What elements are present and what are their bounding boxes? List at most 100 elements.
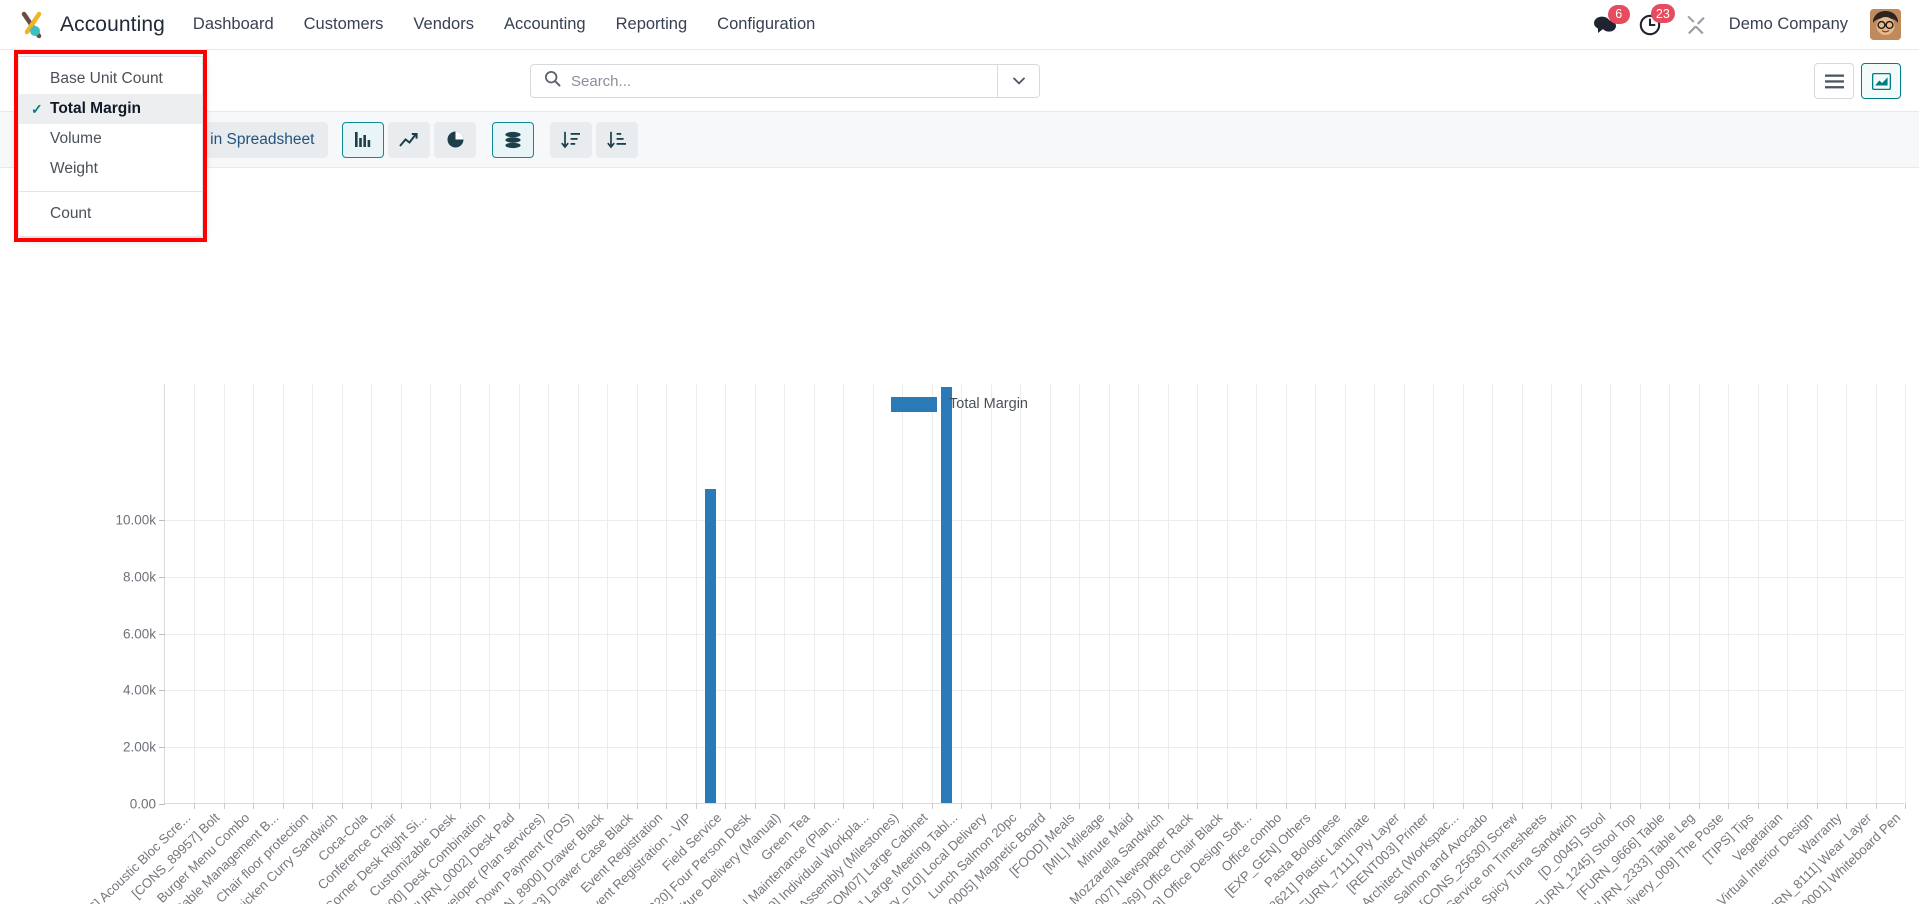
nav-link-dashboard[interactable]: Dashboard — [191, 11, 276, 38]
navbar-right: 6 23 Demo Company — [1593, 4, 1901, 40]
x-gridline — [1521, 384, 1523, 803]
brand[interactable]: Accounting — [18, 10, 165, 40]
nav-link-reporting[interactable]: Reporting — [614, 11, 690, 38]
x-axis-tick-mark — [1698, 803, 1700, 809]
list-view-button[interactable] — [1814, 63, 1854, 99]
list-icon — [1824, 74, 1844, 88]
stacked-database-icon — [505, 131, 522, 148]
chart-type-group — [342, 121, 477, 158]
search-icon — [544, 70, 561, 92]
nav-link-customers[interactable]: Customers — [302, 11, 386, 38]
line-chart-button[interactable] — [388, 121, 431, 158]
chart-plot-area: 0.00 2.00k 4.00k 6.00k 8.00k 10.00k — [115, 384, 1906, 812]
x-axis-tick-mark — [813, 803, 815, 809]
x-gridline — [1462, 384, 1464, 803]
x-axis-tick-mark — [1344, 803, 1346, 809]
x-axis-tick-mark — [223, 803, 225, 809]
x-axis-tick-mark — [1079, 803, 1081, 809]
x-gridline — [1816, 384, 1818, 803]
y-axis-tick-mark — [159, 690, 165, 692]
x-gridline — [1108, 384, 1110, 803]
x-gridline — [518, 384, 520, 803]
x-gridline — [282, 384, 284, 803]
x-axis-tick-mark — [1521, 803, 1523, 809]
y-gridline — [165, 690, 1904, 692]
y-axis-tick-label: 2.00k — [122, 739, 156, 755]
x-gridline — [1492, 384, 1494, 803]
sort-ascending-button[interactable] — [596, 121, 639, 158]
avatar[interactable] — [1870, 9, 1901, 40]
x-axis-tick-mark — [1433, 803, 1435, 809]
search-input[interactable] — [571, 72, 997, 90]
x-gridline — [1049, 384, 1051, 803]
measure-item-3[interactable]: Weight — [19, 154, 202, 184]
x-gridline — [459, 384, 461, 803]
measure-item-label: Count — [50, 205, 92, 222]
x-gridline — [1787, 384, 1789, 803]
x-gridline — [902, 384, 904, 803]
measure-item-2[interactable]: Volume — [19, 124, 202, 154]
x-axis-tick-mark — [990, 803, 992, 809]
x-gridline — [1285, 384, 1287, 803]
chart-bar[interactable] — [705, 489, 717, 803]
x-gridline — [1079, 384, 1081, 803]
x-axis-tick-mark — [1226, 803, 1228, 809]
x-gridline — [1728, 384, 1730, 803]
x-gridline — [1551, 384, 1553, 803]
x-axis-tick-mark — [312, 803, 314, 809]
measure-item-1[interactable]: ✓ Total Margin — [19, 94, 202, 124]
x-axis-tick-mark — [518, 803, 520, 809]
y-axis-tick-mark — [159, 576, 165, 578]
y-axis-tick-mark — [159, 633, 165, 635]
top-navbar: Accounting Dashboard Customers Vendors A… — [0, 0, 1919, 50]
activities-button[interactable]: 23 — [1639, 4, 1675, 36]
x-axis-tick-mark — [1374, 803, 1376, 809]
x-axis-tick-mark — [1403, 803, 1405, 809]
x-gridline — [666, 384, 668, 803]
company-menu[interactable]: Demo Company — [1729, 15, 1848, 34]
search-dropdown-toggle[interactable] — [997, 65, 1039, 97]
x-gridline — [1846, 384, 1848, 803]
x-gridline — [607, 384, 609, 803]
nav-link-accounting[interactable]: Accounting — [502, 11, 588, 38]
x-axis-tick-mark — [607, 803, 609, 809]
x-axis-tick-mark — [1846, 803, 1848, 809]
graph-view: Total Margin 0.00 2.00k 4.00k 6.00k 8.00k 10.… — [0, 168, 1919, 904]
nav-link-vendors[interactable]: Vendors — [411, 11, 476, 38]
check-icon: ✓ — [31, 100, 43, 117]
search-bar[interactable] — [530, 64, 1040, 98]
x-gridline — [1167, 384, 1169, 803]
x-axis-tick-mark — [666, 803, 668, 809]
messages-button[interactable]: 6 — [1593, 4, 1630, 36]
x-gridline — [430, 384, 432, 803]
graph-view-button[interactable] — [1861, 63, 1901, 99]
x-axis-tick-mark — [1757, 803, 1759, 809]
x-gridline — [400, 384, 402, 803]
y-axis-tick-label: 0.00 — [129, 796, 156, 812]
sort-descending-button[interactable] — [550, 121, 593, 158]
x-gridline — [1020, 384, 1022, 803]
x-axis-tick-mark — [1610, 803, 1612, 809]
x-gridline — [1433, 384, 1435, 803]
y-axis-tick-mark — [159, 747, 165, 749]
measure-item-0[interactable]: Base Unit Count — [19, 64, 202, 94]
x-axis-tick-mark — [1816, 803, 1818, 809]
measure-item-count[interactable]: Count — [19, 199, 202, 229]
y-gridline — [165, 747, 1904, 749]
x-axis-tick-mark — [548, 803, 550, 809]
x-gridline — [371, 384, 373, 803]
x-gridline — [1197, 384, 1199, 803]
x-gridline — [1315, 384, 1317, 803]
y-gridline — [165, 576, 1904, 578]
measure-item-label: Total Margin — [50, 100, 141, 117]
chart-bar[interactable] — [941, 387, 953, 803]
x-axis-tick-mark — [931, 803, 933, 809]
bar-chart-button[interactable] — [342, 121, 385, 158]
stacked-button[interactable] — [492, 121, 535, 158]
wrench-debug-icon[interactable] — [1684, 13, 1707, 36]
legend-swatch-total-margin[interactable] — [891, 396, 937, 412]
nav-link-configuration[interactable]: Configuration — [715, 11, 817, 38]
sort-ascending-icon — [607, 131, 627, 148]
x-axis-tick-mark — [489, 803, 491, 809]
pie-chart-button[interactable] — [434, 121, 477, 158]
